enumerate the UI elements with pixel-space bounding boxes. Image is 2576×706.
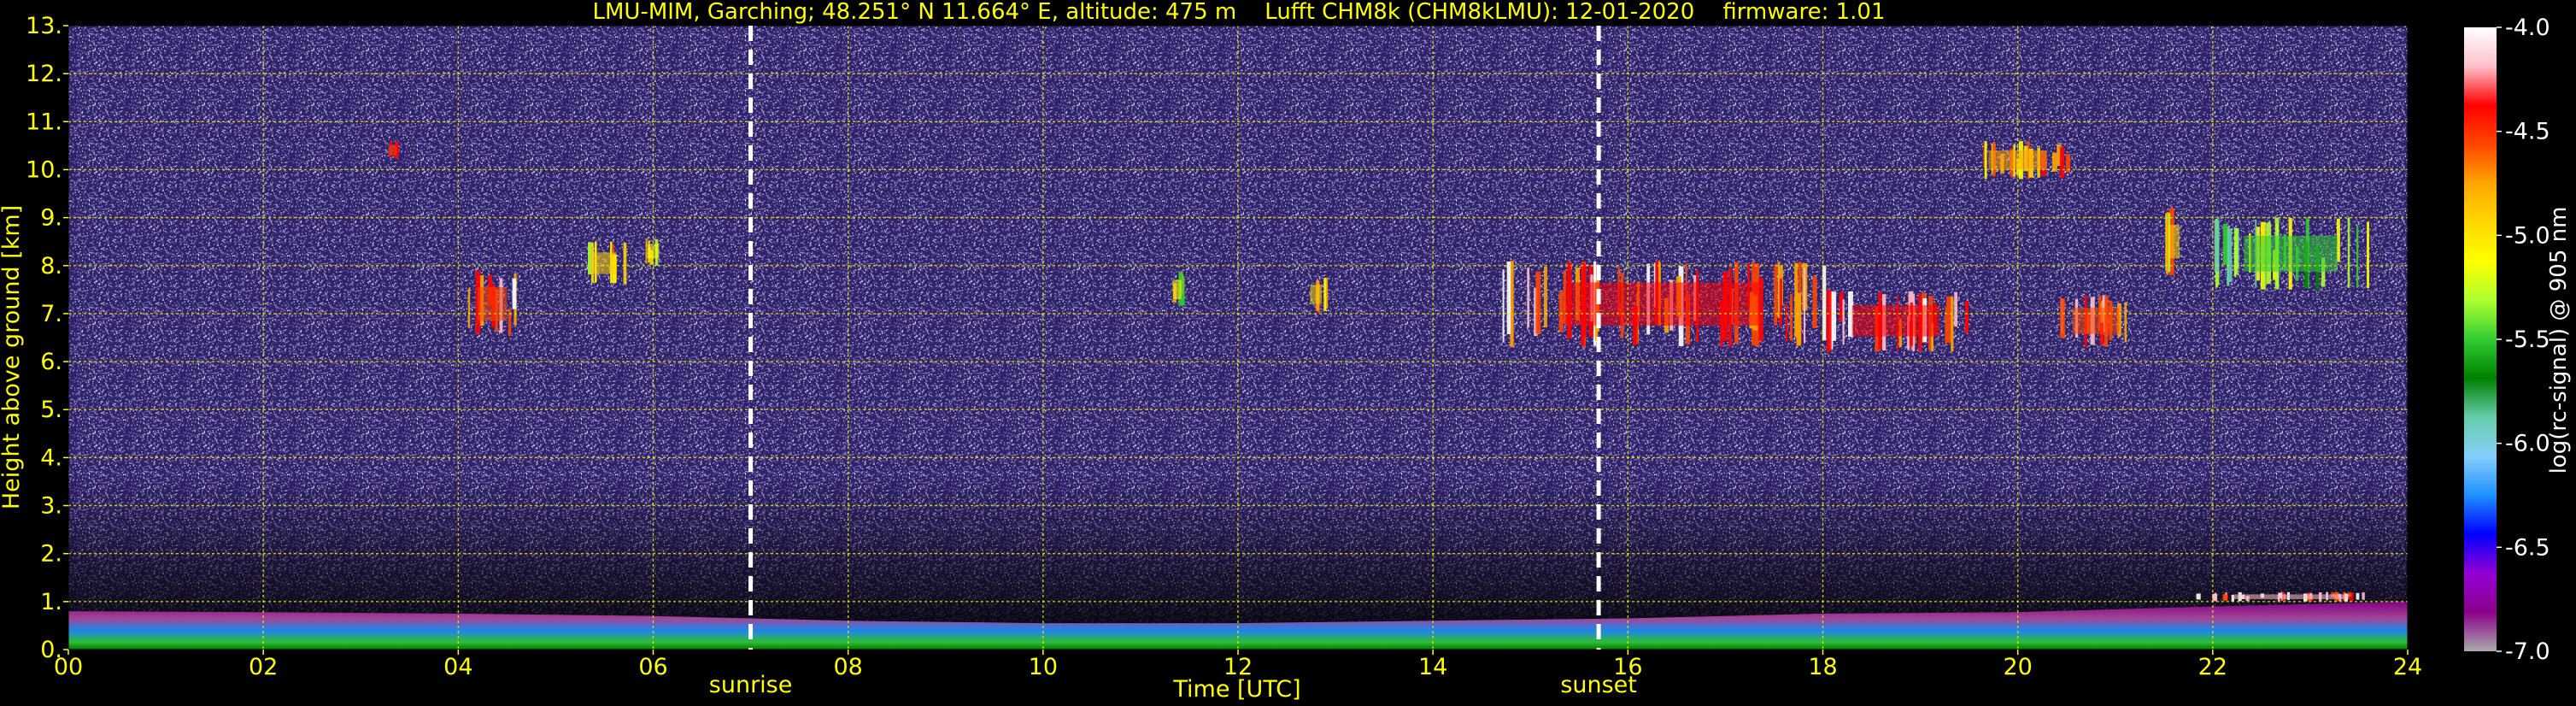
colorbar-label: log(rc-signal) @ 905 nm [2546, 207, 2572, 474]
y-tick-label: 9. [40, 205, 62, 232]
x-tick-label: 14 [1418, 654, 1447, 680]
y-tick-label: 12. [26, 61, 62, 87]
y-tick-label: 2. [40, 541, 62, 568]
x-tick-label: 06 [638, 654, 667, 680]
marker-label-sunrise: sunrise [709, 672, 793, 698]
y-tick-label: 1. [40, 589, 62, 615]
colorbar-tick-label: -7.0 [2505, 638, 2550, 665]
colorbar-tick-label: -6.5 [2505, 534, 2550, 561]
y-axis-label: Height above ground [km] [0, 205, 25, 509]
chart-title: LMU-MIM, Garching; 48.251° N 11.664° E, … [593, 0, 1886, 25]
x-tick-label: 18 [1808, 654, 1837, 680]
colorbar-gradient [2464, 27, 2497, 651]
colorbar-tick-label: -4.0 [2505, 15, 2550, 41]
y-tick-label: 11. [26, 109, 62, 135]
x-tick-label: 22 [2198, 654, 2227, 680]
y-axis-ticks: 0. 1. 2. 3. 4. 5. 6. 7. 8. 9. 10. 11. 12. 13. [26, 13, 68, 663]
x-tick-label: 10 [1029, 654, 1058, 680]
x-tick-label: 02 [249, 654, 278, 680]
y-tick-label: 13. [26, 13, 62, 39]
colorbar-tick-label: -5.5 [2505, 327, 2550, 353]
y-tick-label: 3. [40, 493, 62, 520]
y-tick-label: 0. [40, 637, 62, 663]
x-tick-label: 20 [2003, 654, 2032, 680]
ceilometer-chart: sunrise sunset 00 02 04 06 08 10 12 14 16 18 20 22 24… [0, 0, 2572, 703]
x-tick-label: 08 [833, 654, 862, 680]
colorbar-tick-label: -6.0 [2505, 431, 2550, 457]
x-tick-label: 04 [443, 654, 472, 680]
y-tick-label: 10. [26, 156, 62, 183]
x-tick-label: 16 [1613, 654, 1642, 680]
y-tick-label: 6. [40, 349, 62, 375]
y-tick-label: 4. [40, 444, 62, 471]
y-tick-label: 8. [40, 253, 62, 279]
colorbar: -4.0 -4.5 -5.0 -5.5 -6.0 -6.5 -7.0 [2464, 15, 2550, 665]
y-tick-label: 7. [40, 301, 62, 327]
colorbar-tick-label: -5.0 [2505, 222, 2550, 249]
colorbar-tick-label: -4.5 [2505, 119, 2550, 145]
x-tick-label: 24 [2393, 654, 2422, 680]
x-axis-label: Time [UTC] [1172, 676, 1300, 703]
y-tick-label: 5. [40, 397, 62, 423]
